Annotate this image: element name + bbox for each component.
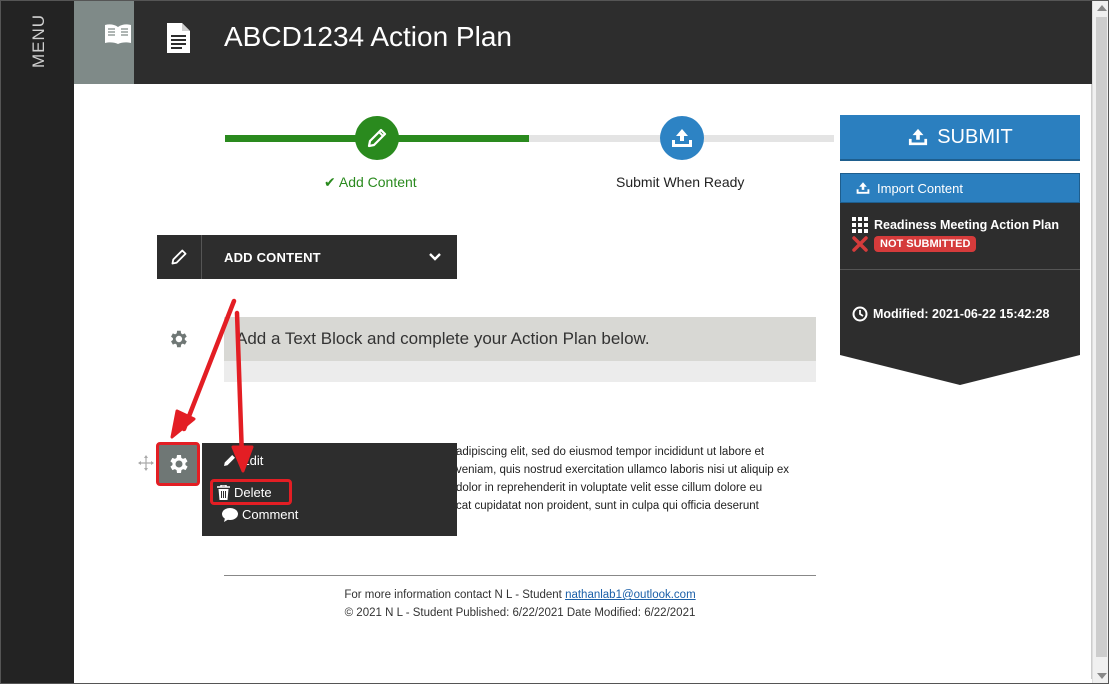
block-text: adipiscing elit, sed do eiusmod tempor i…: [456, 446, 790, 512]
upload-tray-icon: [856, 182, 870, 194]
block-settings-button[interactable]: [156, 442, 200, 486]
scroll-down-icon[interactable]: [1097, 673, 1107, 679]
submit-button[interactable]: SUBMIT: [840, 115, 1080, 159]
sidebar: MENU: [1, 1, 74, 683]
app-window: MENU ABCD1234 Action Plan ✔ Add Content …: [0, 0, 1109, 684]
gear-icon: [170, 455, 188, 473]
main-content: ✔ Add Content Submit When Ready SUBMIT I…: [134, 84, 1092, 679]
page-header: ABCD1234 Action Plan: [134, 1, 1092, 84]
readiness-item[interactable]: Readiness Meeting Action Plan: [852, 217, 1059, 233]
modified-timestamp: Modified: 2021-06-22 15:42:28: [852, 306, 1049, 322]
import-body: Readiness Meeting Action Plan NOT SUBMIT…: [840, 203, 1080, 355]
document-icon: [167, 23, 190, 53]
book-button[interactable]: [74, 1, 134, 84]
text-block-heading[interactable]: Add a Text Block and complete your Actio…: [224, 317, 816, 361]
step-submit-circle[interactable]: [660, 116, 704, 160]
footer-email-link[interactable]: nathanlab1@outlook.com: [565, 589, 696, 601]
footer-copyright: © 2021 N L - Student Published: 6/22/202…: [344, 607, 696, 619]
upload-tray-icon: [672, 129, 692, 147]
speech-bubble-icon: [222, 507, 238, 522]
menu-item-comment[interactable]: Comment: [222, 507, 298, 522]
checkmark-icon: ✔: [324, 174, 336, 190]
grid-icon: [852, 217, 868, 233]
panel-chevron: [840, 355, 1080, 385]
x-icon: [852, 236, 868, 252]
status-badge: NOT SUBMITTED: [874, 236, 977, 252]
add-content-dropdown[interactable]: ADD CONTENT: [157, 235, 457, 279]
menu-item-delete[interactable]: Delete: [210, 479, 292, 505]
step-label-add-content: ✔ Add Content: [324, 174, 417, 190]
text-block-body: [224, 361, 816, 382]
add-content-icon-cell: [157, 235, 202, 279]
readiness-status: NOT SUBMITTED: [852, 236, 977, 252]
page-title: ABCD1234 Action Plan: [224, 21, 512, 52]
chevron-down-icon: [429, 253, 441, 261]
clock-icon: [852, 306, 868, 322]
gear-icon[interactable]: [167, 328, 189, 350]
footer-divider: [224, 575, 816, 576]
trash-icon: [217, 484, 230, 500]
pencil-icon: [224, 455, 235, 466]
footer-contact: For more information contact N L - Stude…: [344, 589, 696, 601]
import-content-button[interactable]: Import Content: [840, 173, 1080, 203]
book-icon: [105, 24, 131, 44]
pencil-icon: [171, 249, 187, 265]
vertical-scrollbar[interactable]: [1092, 1, 1108, 683]
step-add-content-circle[interactable]: [355, 116, 399, 160]
gutter: [74, 84, 134, 683]
scroll-up-icon[interactable]: [1097, 5, 1107, 11]
upload-tray-icon: [909, 128, 928, 146]
menu-toggle[interactable]: MENU: [24, 11, 54, 71]
step-label-submit: Submit When Ready: [616, 174, 745, 190]
pencil-icon: [367, 128, 387, 148]
divider: [840, 269, 1080, 270]
scroll-thumb[interactable]: [1096, 17, 1107, 657]
menu-item-edit[interactable]: Edit: [222, 453, 263, 468]
import-panel: Import Content Readiness Meeting Action …: [840, 173, 1080, 385]
add-content-label: ADD CONTENT: [224, 249, 321, 265]
block-context-menu: Edit Delete Comment: [202, 443, 457, 536]
move-icon[interactable]: [138, 455, 154, 471]
